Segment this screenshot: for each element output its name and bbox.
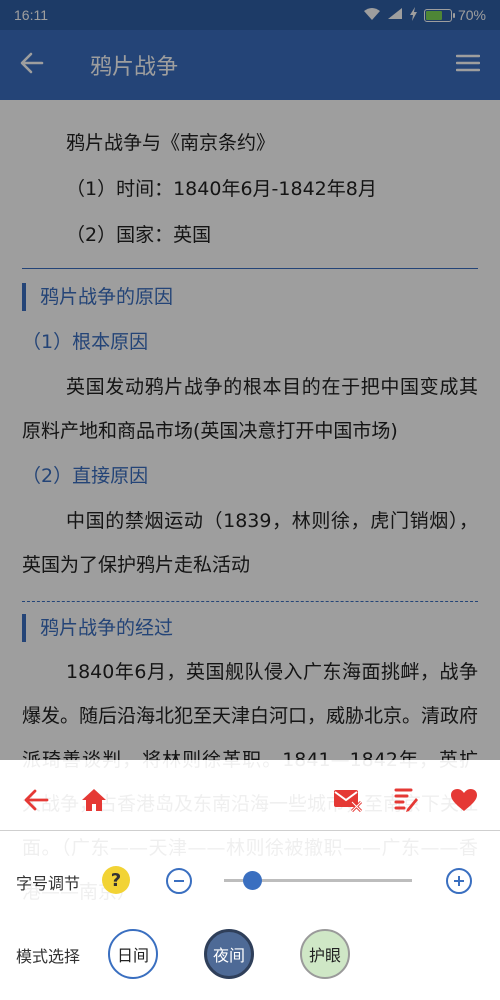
plus-icon	[454, 876, 464, 886]
panel-divider	[0, 830, 500, 831]
back-icon[interactable]	[14, 778, 58, 822]
night-mode-button[interactable]: 夜间	[204, 929, 254, 979]
font-increase-button[interactable]	[446, 868, 472, 894]
heart-icon[interactable]	[442, 778, 486, 822]
edit-note-icon[interactable]	[384, 778, 428, 822]
mode-label: 模式选择	[16, 947, 81, 966]
home-icon[interactable]	[72, 778, 116, 822]
help-icon[interactable]: ?	[102, 866, 130, 894]
day-mode-button[interactable]: 日间	[108, 929, 158, 979]
reading-settings-panel: 字号调节 ? 模式选择 日间 夜间 护眼	[0, 760, 500, 1000]
dim-overlay[interactable]	[0, 100, 500, 760]
dim-overlay-top	[0, 0, 500, 100]
eye-care-mode-button[interactable]: 护眼	[300, 929, 350, 979]
font-decrease-button[interactable]	[166, 868, 192, 894]
font-size-label: 字号调节	[16, 874, 81, 893]
font-size-slider-thumb[interactable]	[243, 871, 262, 890]
mail-delete-icon[interactable]	[326, 778, 370, 822]
panel-icon-row	[0, 778, 500, 822]
minus-icon	[174, 880, 184, 882]
